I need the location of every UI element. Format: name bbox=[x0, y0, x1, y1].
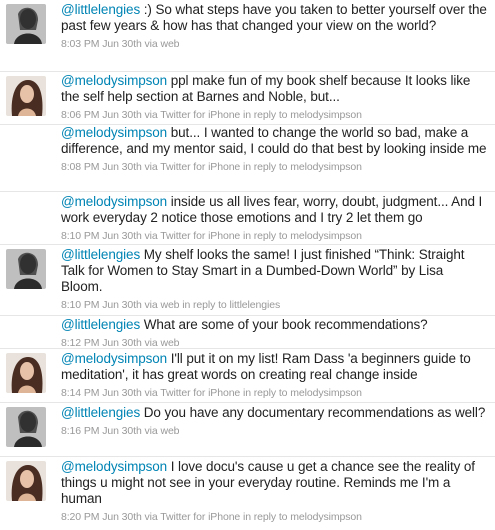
tweet-meta: 8:20 PM Jun 30th via Twitter for iPhone … bbox=[61, 511, 362, 523]
tweet-meta: 8:03 PM Jun 30th via web bbox=[61, 38, 180, 50]
mention-link[interactable]: @littlelengies bbox=[61, 405, 140, 420]
mention-link[interactable]: @littlelengies bbox=[61, 247, 140, 262]
tweet-meta: 8:06 PM Jun 30th via Twitter for iPhone … bbox=[61, 109, 362, 121]
avatar-littlelengies[interactable] bbox=[6, 4, 46, 44]
tweet-item: @melodysimpson ppl make fun of my book s… bbox=[0, 72, 495, 125]
mention-link[interactable]: @melodysimpson bbox=[61, 194, 167, 209]
mention-link[interactable]: @melodysimpson bbox=[61, 459, 167, 474]
tweet-text: @littlelengies My shelf looks the same! … bbox=[61, 247, 465, 294]
tweet-item: @melodysimpson I love docu's cause u get… bbox=[0, 457, 495, 530]
tweet-text: @littlelengies Do you have any documenta… bbox=[61, 405, 486, 420]
tweet-meta: 8:10 PM Jun 30th via web in reply to lit… bbox=[61, 299, 281, 311]
avatar-melodysimpson[interactable] bbox=[6, 353, 46, 393]
tweet-item: @littlelengies My shelf looks the same! … bbox=[0, 245, 495, 316]
tweet-text: @melodysimpson I love docu's cause u get… bbox=[61, 459, 475, 506]
avatar-littlelengies[interactable] bbox=[6, 249, 46, 289]
tweet-item: @melodysimpson I'll put it on my list! R… bbox=[0, 349, 495, 403]
tweet-meta: 8:12 PM Jun 30th via web bbox=[61, 337, 180, 349]
tweet-text: @melodysimpson ppl make fun of my book s… bbox=[61, 73, 471, 104]
tweet-meta: 8:16 PM Jun 30th via web bbox=[61, 425, 180, 437]
mention-link[interactable]: @melodysimpson bbox=[61, 73, 167, 88]
avatar-melodysimpson[interactable] bbox=[6, 76, 46, 116]
mention-link[interactable]: @littlelengies bbox=[61, 317, 140, 332]
tweet-item: @littlelengies :) So what steps have you… bbox=[0, 0, 495, 72]
tweet-text: @melodysimpson I'll put it on my list! R… bbox=[61, 351, 471, 382]
mention-link[interactable]: @melodysimpson bbox=[61, 351, 167, 366]
tweet-item: @melodysimpson but... I wanted to change… bbox=[0, 125, 495, 192]
tweet-text: @melodysimpson but... I wanted to change… bbox=[61, 125, 487, 156]
tweet-item: @littlelengies What are some of your boo… bbox=[0, 316, 495, 349]
mention-link[interactable]: @littlelengies bbox=[61, 2, 140, 17]
tweet-meta: 8:14 PM Jun 30th via Twitter for iPhone … bbox=[61, 387, 362, 399]
tweet-text: @melodysimpson inside us all lives fear,… bbox=[61, 194, 483, 225]
tweet-text: @littlelengies :) So what steps have you… bbox=[61, 2, 487, 33]
tweet-item: @littlelengies Do you have any documenta… bbox=[0, 403, 495, 457]
mention-link[interactable]: @melodysimpson bbox=[61, 125, 167, 140]
avatar-littlelengies[interactable] bbox=[6, 407, 46, 447]
tweet-text: @littlelengies What are some of your boo… bbox=[61, 317, 428, 332]
tweet-meta: 8:10 PM Jun 30th via Twitter for iPhone … bbox=[61, 230, 362, 242]
tweet-meta: 8:08 PM Jun 30th via Twitter for iPhone … bbox=[61, 161, 362, 173]
tweet-item: @melodysimpson inside us all lives fear,… bbox=[0, 192, 495, 245]
avatar-melodysimpson[interactable] bbox=[6, 461, 46, 501]
